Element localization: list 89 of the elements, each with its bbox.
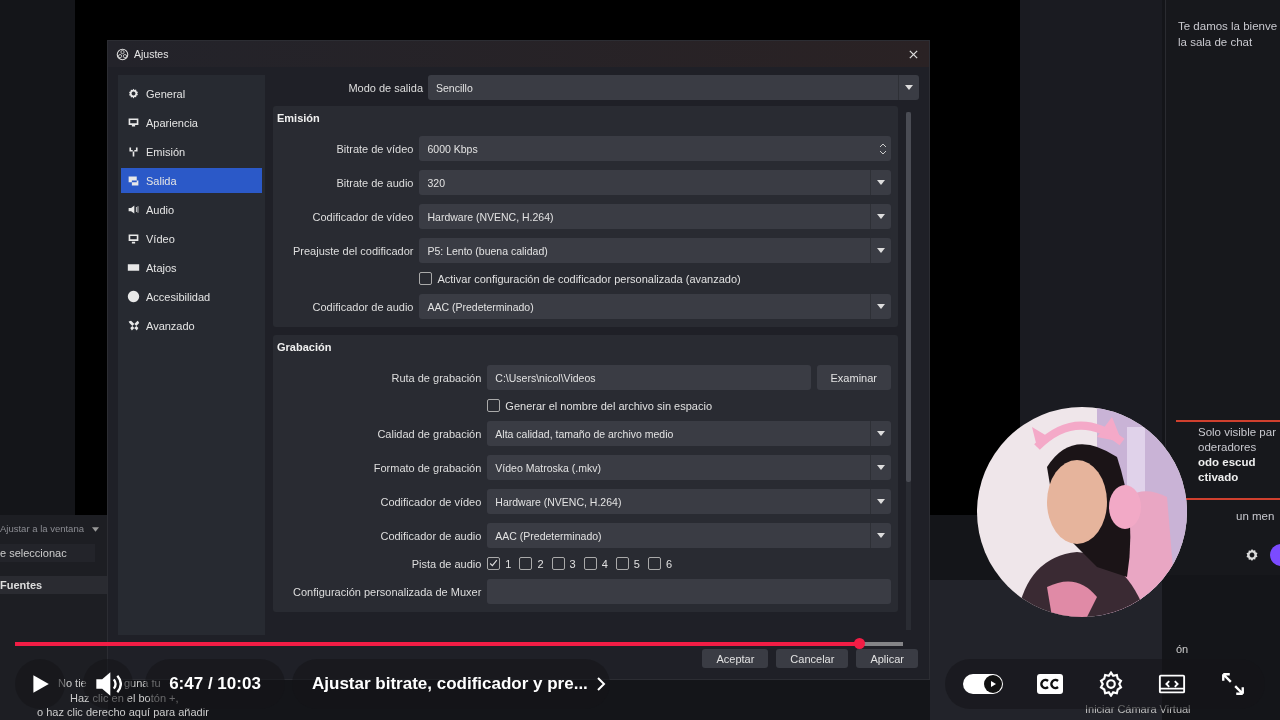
notice-text: Solo visible par: [1198, 426, 1277, 438]
checkmark-icon: [488, 558, 500, 569]
empty-hint: guna fu: [124, 677, 161, 689]
field-label: Codificador de vídeo: [379, 495, 482, 508]
chat-input[interactable]: un men: [1236, 510, 1275, 522]
caret-icon: [877, 465, 885, 470]
scrubber-handle[interactable]: [853, 638, 865, 649]
field-label: Ruta de grabación: [390, 371, 482, 384]
dropdown[interactable]: Vídeo Matroska (.mkv): [487, 455, 891, 480]
field-label: Codificador de audio: [311, 300, 414, 313]
scene-field: e seleccionac: [0, 544, 95, 562]
chevron-right-icon: [595, 676, 606, 692]
sidebar-item[interactable]: Emisión: [121, 139, 262, 164]
number-field[interactable]: 6000 Kbps: [419, 136, 891, 161]
caret-icon: [92, 527, 99, 532]
virtual-camera-button[interactable]: Iniciar Cámara Virtual: [1085, 703, 1191, 715]
caret-icon: [877, 499, 885, 504]
chat-message: Te damos la bienve: [1178, 20, 1279, 32]
sidebar-item[interactable]: Salida: [121, 168, 262, 193]
dropdown[interactable]: AAC (Predeterminado): [419, 294, 891, 319]
notice-text: ctivado: [1198, 471, 1240, 483]
zoom-dropdown[interactable]: Ajustar a la ventana: [0, 515, 108, 534]
field-label: Codificador de audio: [379, 529, 482, 542]
monitor-icon: [127, 232, 140, 245]
speaker-icon: [127, 203, 140, 216]
sidebar-item[interactable]: General: [121, 81, 262, 106]
caret-icon: [877, 304, 885, 309]
notice-text: oderadores: [1198, 441, 1258, 453]
field-label: Bitrate de vídeo: [335, 142, 414, 155]
empty-hint: No tie: [58, 677, 87, 689]
dropdown[interactable]: AAC (Predeterminado): [487, 523, 891, 548]
dropdown[interactable]: Hardware (NVENC, H.264): [419, 204, 891, 229]
dialog-button[interactable]: Aplicar: [856, 649, 918, 668]
sidebar-item[interactable]: Vídeo: [121, 226, 262, 251]
caret-icon: [877, 248, 885, 253]
section-title: Grabación: [277, 341, 333, 353]
dialog-button[interactable]: Aceptar: [702, 649, 769, 668]
chat-message: la sala de chat: [1178, 36, 1254, 48]
checkbox[interactable]: Generar el nombre del archivo sin espacio: [487, 399, 891, 412]
field-label: Configuración personalizada de Muxer: [293, 585, 482, 598]
captions-icon[interactable]: [1036, 671, 1064, 697]
dropdown[interactable]: Alta calidad, tamaño de archivo medio: [487, 421, 891, 446]
field-label: Calidad de grabación: [376, 427, 482, 440]
screen-icon: [127, 174, 140, 187]
field-label: Bitrate de audio: [335, 176, 414, 189]
sidebar-item[interactable]: Accesibilidad: [121, 284, 262, 309]
checkbox[interactable]: Activar configuración de codificador personalizada (avanzado): [419, 272, 891, 285]
empty-hint: o haz clic derecho aquí para añadir: [37, 706, 209, 718]
caret-icon: [877, 533, 885, 538]
caret-icon: [877, 180, 885, 185]
fullscreen-icon[interactable]: [1219, 671, 1247, 697]
gear-icon: [127, 87, 140, 100]
antenna-icon: [127, 145, 140, 158]
browse-button[interactable]: Examinar: [816, 365, 891, 390]
sidebar-item[interactable]: Atajos: [121, 255, 262, 280]
caret-icon: [877, 431, 885, 436]
dialog-button[interactable]: Cancelar: [776, 649, 849, 668]
caret-icon: [877, 214, 885, 219]
scrollbar[interactable]: [906, 112, 911, 630]
output-mode-dropdown[interactable]: Sencillo: [428, 75, 919, 100]
dropdown[interactable]: Hardware (NVENC, H.264): [487, 489, 891, 514]
control-label: ón: [1176, 643, 1189, 655]
monitor-icon: [127, 116, 140, 129]
dropdown[interactable]: 320: [419, 170, 891, 195]
time-display: 6:47 / 10:03: [169, 674, 261, 694]
section-title: Emisión: [277, 112, 321, 124]
close-icon[interactable]: [908, 48, 919, 60]
app-logo-icon: [116, 47, 129, 61]
settings-icon[interactable]: [1244, 547, 1260, 563]
sources-header: Fuentes: [0, 576, 108, 594]
sidebar-item[interactable]: Avanzado: [121, 313, 262, 338]
play-icon: [988, 679, 998, 689]
field-label: Modo de salida: [347, 81, 423, 94]
path-field[interactable]: C:\Users\nicol\Videos: [487, 365, 811, 390]
field-label: Preajuste del codificador: [293, 244, 414, 257]
empty-hint: Haz clic en el botón +,: [70, 692, 179, 704]
caret-icon: [905, 85, 913, 90]
dropdown[interactable]: P5: Lento (buena calidad): [419, 238, 891, 263]
autoplay-toggle[interactable]: [963, 674, 1003, 694]
settings-icon[interactable]: [1097, 671, 1125, 697]
notice-text: odo escud: [1198, 456, 1257, 468]
sidebar-item[interactable]: Audio: [121, 197, 262, 222]
field-label: Codificador de vídeo: [311, 210, 414, 223]
sidebar-item[interactable]: Apariencia: [121, 110, 262, 135]
field-label: Pista de audio: [410, 557, 482, 570]
spin-arrows-icon: [879, 141, 887, 156]
field-label: Formato de grabación: [372, 461, 482, 474]
window-title: Ajustes: [134, 48, 169, 60]
tools-icon: [127, 319, 140, 332]
